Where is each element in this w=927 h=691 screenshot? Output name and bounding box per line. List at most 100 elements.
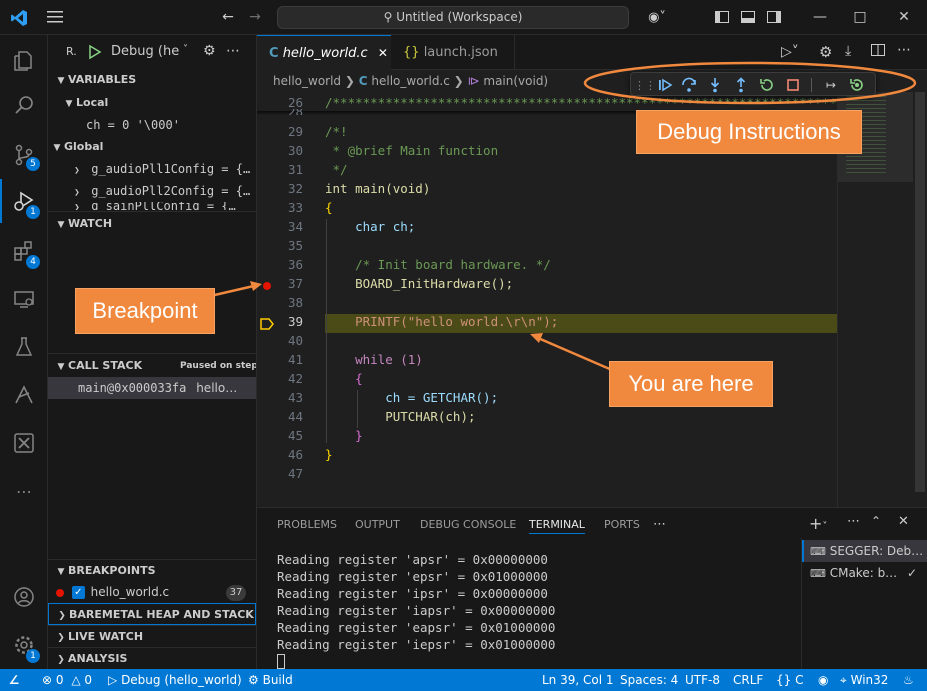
scrollbar-thumb[interactable] [915,92,925,492]
global-var-row[interactable]: ❯ g_audioPll2Config = {… [48,180,256,202]
debug-config-status[interactable]: ▷ Debug (hello_world) [108,669,242,691]
chevron-right-icon: ❯ [57,655,65,665]
chevron-right-icon: ❯ [58,611,66,621]
heap-stack-section-header[interactable]: ❯BAREMETAL HEAP AND STACK US… [48,603,256,625]
back-arrow-icon[interactable]: ← [217,0,239,35]
platform[interactable]: ⌖ Win32 [840,669,888,691]
command-center-search[interactable]: ⚲ Untitled (Workspace) [277,6,629,29]
restart-button[interactable] [757,75,777,95]
copilot-status-icon[interactable]: ◉ [818,669,828,691]
more-views-icon[interactable]: ⋯ [0,469,48,513]
toggle-panel-icon[interactable] [736,0,760,35]
tab-output[interactable]: OUTPUT [355,516,400,534]
global-scope[interactable]: ▼ Global [48,136,256,158]
extensions-icon[interactable]: 4 [0,229,48,273]
tab-problems[interactable]: PROBLEMS [277,516,337,534]
accounts-icon[interactable] [0,575,48,619]
breadcrumb-file[interactable]: hello_world.c [371,74,449,88]
download-icon[interactable]: ⤓ [845,43,851,59]
source-control-icon[interactable]: 5 [0,133,48,177]
line-number: 39 [287,314,303,329]
analysis-section-header[interactable]: ❯ ANALYSIS [48,647,256,669]
close-tab-icon[interactable]: ✕ [378,46,388,60]
tab-hello-world-c[interactable]: C hello_world.c ✕ [257,35,391,70]
chevron-down-icon: ▼ [65,99,73,109]
variable-ch[interactable]: ch = 0 '\000' [48,114,256,136]
problems-indicator[interactable]: ⊗ 0 △ 0 [42,669,92,691]
breadcrumb-symbol[interactable]: main(void) [483,74,548,88]
debug-config-select[interactable]: Debug (he [111,44,179,59]
testing-icon[interactable] [0,325,48,369]
search-view-icon[interactable] [0,83,48,127]
config-chevron-icon[interactable]: ˅ [183,44,188,55]
tab-terminal[interactable]: TERMINAL [529,516,585,534]
indentation[interactable]: Spaces: 4 [620,669,678,691]
stack-frame[interactable]: main@0x000033fa hello… [48,377,256,399]
forward-arrow-icon[interactable]: → [244,0,266,35]
copilot-icon[interactable]: ◉˅ [640,0,674,35]
line-number: 37 [287,276,303,291]
step-over-button[interactable] [679,75,699,95]
editor-settings-gear-icon[interactable]: ⚙ [819,43,832,61]
breakpoint-checkbox[interactable]: ✓ [71,586,85,599]
build-status[interactable]: ⚙ Build [248,669,293,691]
minimize-icon[interactable]: — [800,0,840,35]
menu-icon[interactable] [42,0,68,35]
panel-more-actions-icon[interactable]: ⋯ [847,514,860,529]
run-and-debug-icon[interactable]: 1 [0,179,48,223]
debug-settings-gear-icon[interactable]: ⚙ [203,43,216,59]
toggle-secondary-sidebar-icon[interactable] [762,0,786,35]
tab-debug-console[interactable]: DEBUG CONSOLE [420,516,516,534]
notifications-bell-icon[interactable]: ♨ [903,669,914,691]
line-ending[interactable]: CRLF [733,669,763,691]
new-terminal-icon[interactable]: +˅ [809,514,827,533]
editor-more-icon[interactable]: ⋯ [897,42,911,58]
editor-scrollbar[interactable] [913,92,927,507]
more-actions-icon[interactable]: ⋯ [226,43,240,59]
local-scope[interactable]: ▼ Local [48,92,256,114]
step-out-button[interactable] [731,75,751,95]
variables-section-header[interactable]: ▼ VARIABLES [48,69,256,91]
drag-handle-icon[interactable]: ⋮⋮ [634,75,656,95]
title-bar: ← → ⚲ Untitled (Workspace) ◉˅ — □ ✕ [0,0,927,35]
restart-frame-button[interactable] [847,75,867,95]
close-window-icon[interactable]: ✕ [882,0,926,35]
minimap[interactable] [837,92,913,507]
stop-button[interactable] [783,75,803,95]
braces-icon: {} [776,673,792,687]
step-into-target-button[interactable]: ↦ [821,75,841,95]
code-line: * @brief Main function [325,143,499,158]
breakpoints-section-header[interactable]: ▼ BREAKPOINTS [48,560,256,582]
start-debug-button[interactable] [85,43,103,61]
tab-ports[interactable]: PORTS [604,516,640,534]
nxp-x-icon[interactable] [0,421,48,465]
step-into-button[interactable] [705,75,725,95]
global-var-row[interactable]: ❯ g_audioPll1Config = {… [48,158,256,180]
terminal-item-cmake[interactable]: ⌨ CMake: b… ✓ [802,562,927,584]
panel-more-icon[interactable]: ⋯ [653,516,666,534]
remote-indicator-icon[interactable]: ∠ [0,669,28,691]
maximize-icon[interactable]: □ [840,0,880,35]
global-var-row[interactable]: ❯ g_sainPllConfig = {… [48,202,256,210]
maximize-panel-icon[interactable]: ⌃ [871,514,881,528]
tab-launch-json[interactable]: {} launch.json [391,35,515,70]
check-icon: ✓ [907,566,918,580]
mcuxpresso-icon[interactable] [0,373,48,417]
remote-explorer-icon[interactable] [0,277,48,321]
terminal-name: SEGGER: Deb… [829,544,924,558]
language-mode[interactable]: {} C [776,669,804,691]
continue-button[interactable] [655,75,675,95]
run-debug-action-icon[interactable]: ▷˅ [781,44,799,60]
split-editor-icon[interactable] [871,43,885,57]
live-watch-section-header[interactable]: ❯ LIVE WATCH [48,625,256,647]
watch-section-header[interactable]: ▼ WATCH [48,213,256,235]
cursor-position[interactable]: Ln 39, Col 1 [542,669,614,691]
manage-gear-icon[interactable]: 1 [0,623,48,667]
close-panel-icon[interactable]: ✕ [898,514,909,529]
terminal-item-segger[interactable]: ⌨ SEGGER: Deb… [802,540,927,562]
breadcrumb-folder[interactable]: hello_world [273,74,341,88]
explorer-icon[interactable] [0,39,48,83]
encoding[interactable]: UTF-8 [685,669,720,691]
code-editor[interactable]: 26 /************************************… [257,92,837,507]
toggle-sidebar-icon[interactable] [710,0,734,35]
